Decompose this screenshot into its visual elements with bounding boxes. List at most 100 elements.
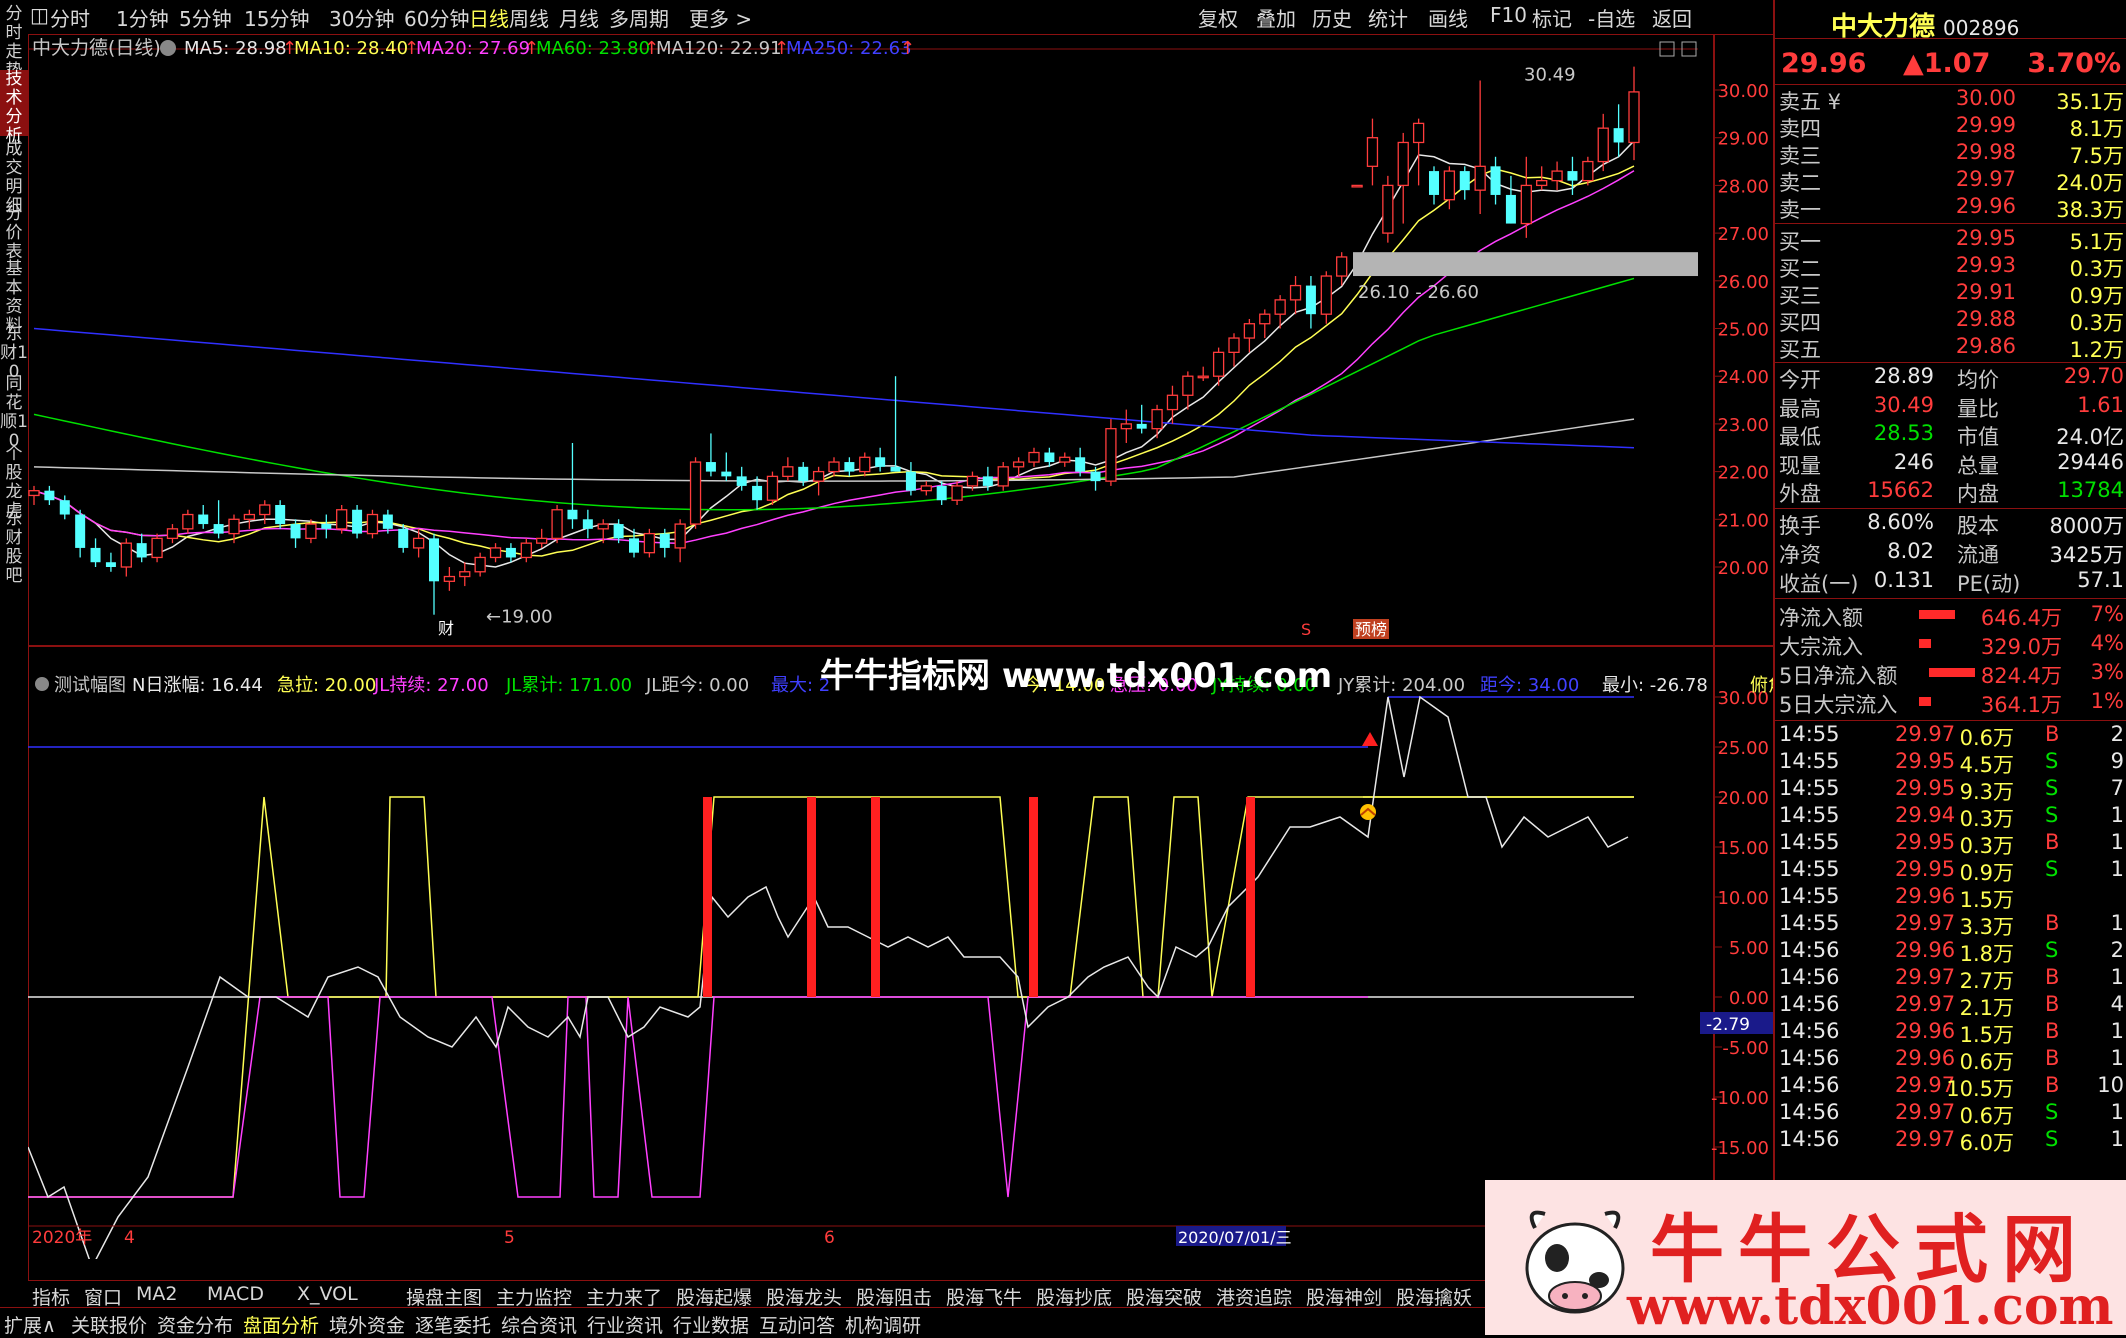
candle-body — [1028, 451, 1040, 463]
period-tab-7[interactable]: 周线 — [509, 3, 549, 32]
left-tab-1[interactable]: 技术分析 — [0, 70, 28, 146]
tool-button-1[interactable]: 叠加 — [1256, 3, 1296, 32]
indicator-tab-16[interactable]: 股海擒妖 — [1396, 1283, 1472, 1310]
period-tab-9[interactable]: 多周期 — [609, 3, 669, 32]
candle-body — [28, 490, 40, 497]
indicator-tab-2[interactable]: MA2 — [136, 1283, 177, 1305]
tick-count: 2 — [2110, 722, 2124, 746]
tool-button-2[interactable]: 历史 — [1312, 3, 1352, 32]
left-tab-5[interactable]: 东财10 — [0, 325, 28, 382]
candle-body — [259, 504, 271, 516]
period-tab-6[interactable]: 日线 — [469, 3, 509, 32]
period-tab-2[interactable]: 5分钟 — [179, 3, 232, 32]
ind-legend-b-5: 最小: -26.78 — [1602, 675, 1708, 696]
indicator-tab-1[interactable]: 窗口 — [84, 1283, 122, 1310]
layout-toggle-icon[interactable]: ◫ — [30, 3, 49, 27]
left-tab-7[interactable]: 个股龙虎 — [0, 445, 28, 521]
candle-body — [505, 547, 516, 558]
candle-body — [1412, 122, 1425, 144]
gap-band — [1353, 252, 1698, 277]
candle-body — [198, 514, 209, 525]
left-tab-3[interactable]: 分价表 — [0, 205, 28, 262]
indicator-tab-5[interactable]: 操盘主图 — [406, 1283, 482, 1310]
function-tab-9[interactable]: 互动问答 — [759, 1311, 835, 1338]
tool-button-6[interactable]: 标记 — [1532, 3, 1572, 32]
period-tab-1[interactable]: 1分钟 — [116, 3, 169, 32]
function-tab-0[interactable]: 扩展∧ — [4, 1311, 56, 1338]
tick-count: 10 — [2097, 1073, 2124, 1097]
tick-side: S — [2045, 776, 2059, 800]
function-tab-5[interactable]: 逐笔委托 — [415, 1311, 491, 1338]
indicator-tab-13[interactable]: 股海突破 — [1126, 1283, 1202, 1310]
function-tab-4[interactable]: 境外资金 — [329, 1311, 405, 1338]
book-volume: 1.2万 — [2069, 338, 2124, 362]
tick-count: 1 — [2110, 857, 2124, 881]
indicator-tab-11[interactable]: 股海飞牛 — [946, 1283, 1022, 1310]
s-marker: S — [1301, 620, 1311, 639]
period-tab-0[interactable]: 分时 — [50, 3, 90, 32]
function-tab-8[interactable]: 行业数据 — [673, 1311, 749, 1338]
tool-button-4[interactable]: 画线 — [1428, 3, 1468, 32]
order-book-row: 买一 29.95 5.1万 — [1779, 226, 2124, 254]
ma20-line — [33, 170, 1635, 545]
indicator-tab-14[interactable]: 港资追踪 — [1216, 1283, 1292, 1310]
tick-count: 1 — [2110, 830, 2124, 854]
book-price: 29.97 — [1955, 167, 2016, 191]
function-tab-7[interactable]: 行业资讯 — [587, 1311, 663, 1338]
period-tab-10[interactable]: 更多 > — [689, 3, 752, 32]
chart-area[interactable]: 30.00 29.00 28.00 27.00 26.00 25.00 24.00 23.00… — [27, 34, 1804, 1273]
indicator-tab-12[interactable]: 股海抄底 — [1036, 1283, 1112, 1310]
stat-value-2: 24.0亿 — [2056, 425, 2124, 449]
tick-row: 14:55 29.96 1.5万 — [1779, 884, 2124, 912]
function-tab-2[interactable]: 资金分布 — [157, 1311, 233, 1338]
left-tab-8[interactable]: 东财股吧 — [0, 510, 28, 586]
left-tab-2[interactable]: 成交明细 — [0, 140, 28, 216]
ind-settings-icon[interactable] — [35, 677, 49, 691]
tick-side: B — [2045, 965, 2060, 989]
indicator-tab-10[interactable]: 股海阻击 — [856, 1283, 932, 1310]
indicator-tab-3[interactable]: MACD — [207, 1283, 264, 1305]
candle-body — [398, 528, 409, 548]
ma-legend-0: MA5: 28.98 — [184, 38, 287, 59]
tick-count: 1 — [2110, 965, 2124, 989]
left-tab-4[interactable]: 基本资料 — [0, 260, 28, 336]
price-axis-label: 25.00 — [1717, 320, 1769, 341]
candle-body — [936, 485, 947, 501]
period-tab-5[interactable]: 60分钟 — [404, 3, 469, 32]
indicator-tab-4[interactable]: X_VOL — [297, 1283, 358, 1305]
order-book-row: 卖三 29.98 7.5万 — [1779, 140, 2124, 168]
tool-button-8[interactable]: 返回 — [1652, 3, 1692, 32]
tool-button-7[interactable]: -自选 — [1588, 3, 1635, 32]
tool-button-3[interactable]: 统计 — [1368, 3, 1408, 32]
function-tab-10[interactable]: 机构调研 — [845, 1311, 921, 1338]
book-level-label: 卖一 — [1779, 198, 1821, 222]
tick-price: 29.97 — [1895, 1100, 1956, 1124]
period-tab-8[interactable]: 月线 — [559, 3, 599, 32]
indicator-tab-0[interactable]: 指标 — [32, 1283, 70, 1310]
period-tab-3[interactable]: 15分钟 — [244, 3, 309, 32]
stat-label: 现量 — [1779, 453, 1821, 478]
tick-volume: 1.8万 — [1959, 942, 2014, 966]
candle-body — [1090, 471, 1101, 482]
tool-button-5[interactable]: F10 — [1490, 3, 1527, 27]
function-tab-6[interactable]: 综合资讯 — [501, 1311, 577, 1338]
function-tab-1[interactable]: 关联报价 — [71, 1311, 147, 1338]
indicator-tab-8[interactable]: 股海起爆 — [676, 1283, 752, 1310]
candle-body — [1212, 351, 1225, 377]
indicator-tab-9[interactable]: 股海龙头 — [766, 1283, 842, 1310]
kline-chart-svg[interactable]: 30.00 29.00 28.00 27.00 26.00 25.00 24.00 23.00… — [27, 34, 1804, 1273]
left-tab-0[interactable]: 分时走势 — [0, 5, 28, 81]
stat2-label-2: PE(动) — [1957, 572, 2021, 596]
order-book-row: 买五 29.86 1.2万 — [1779, 334, 2124, 362]
period-tab-4[interactable]: 30分钟 — [329, 3, 394, 32]
candle-body — [828, 461, 840, 473]
tool-button-0[interactable]: 复权 — [1198, 3, 1238, 32]
indicator-tab-7[interactable]: 主力来了 — [586, 1283, 662, 1310]
left-tab-6[interactable]: 同花顺10 — [0, 375, 28, 451]
indicator-tab-6[interactable]: 主力监控 — [496, 1283, 572, 1310]
function-tab-3[interactable]: 盘面分析 — [243, 1311, 319, 1338]
signal-bar — [871, 797, 880, 997]
indicator-tab-15[interactable]: 股海神剑 — [1306, 1283, 1382, 1310]
settings-dot-icon[interactable] — [160, 40, 176, 56]
tick-price: 29.95 — [1895, 830, 1956, 854]
